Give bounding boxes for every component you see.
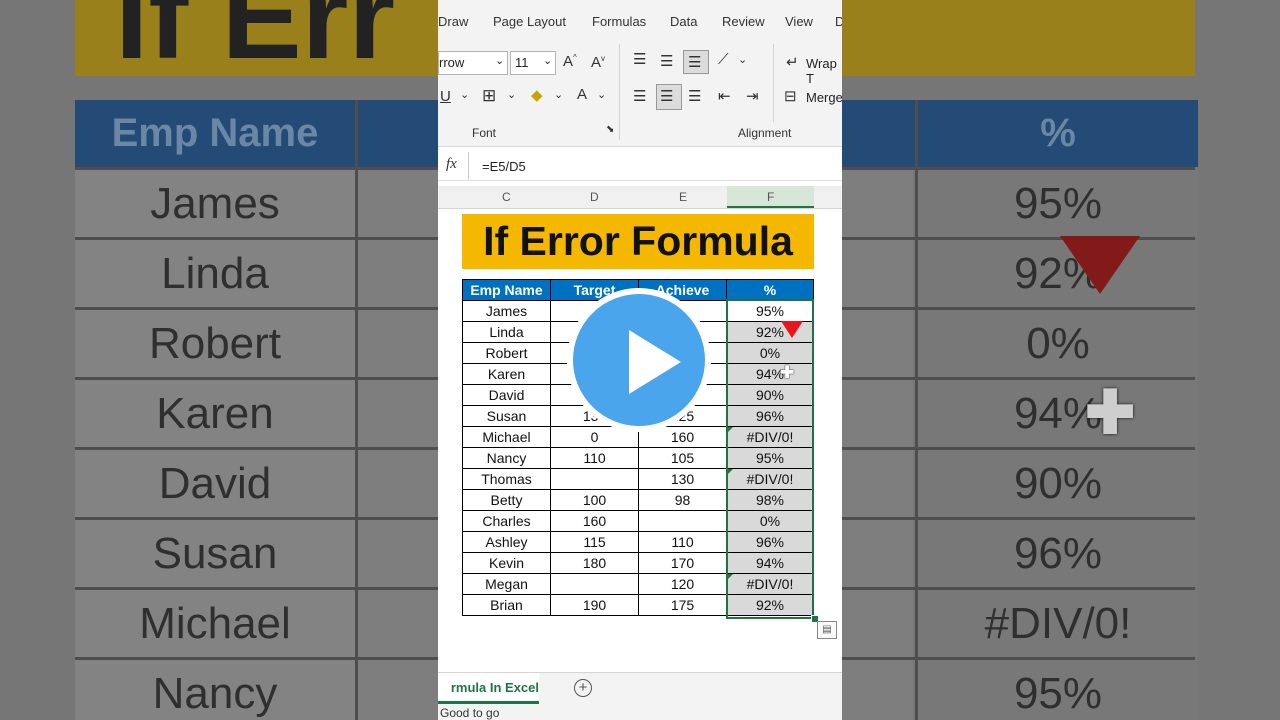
decrease-font-icon[interactable]: Av — [591, 54, 605, 71]
wrap-text-icon[interactable]: ↵ — [786, 53, 799, 71]
chevron-down-icon[interactable]: ⌄ — [738, 53, 747, 66]
chevron-down-icon[interactable]: ⌄ — [507, 88, 516, 101]
increase-font-icon[interactable]: A^ — [563, 53, 577, 70]
sheet-tab-label: rmula In Excel — [450, 680, 539, 695]
font-group-label: Font — [472, 126, 497, 140]
cell-emp-name[interactable]: Robert — [462, 342, 551, 364]
column-header-d[interactable]: D — [590, 190, 599, 204]
cell-emp-name[interactable]: Karen — [462, 363, 551, 385]
font-name-select[interactable]: rrow ⌄ — [438, 51, 508, 75]
function-icon[interactable]: fx — [446, 156, 457, 173]
cell-emp-name[interactable]: David — [462, 384, 551, 406]
cell-emp-name[interactable]: Betty — [462, 489, 551, 511]
cell-emp-name[interactable]: Kevin — [462, 552, 551, 574]
cell-target[interactable] — [550, 468, 639, 490]
fill-color-icon[interactable]: ◆ — [531, 86, 543, 104]
merge-label[interactable]: Merge — [806, 90, 842, 105]
cell-achieve[interactable]: 110 — [638, 531, 727, 553]
cell-emp-name[interactable]: Charles — [462, 510, 551, 532]
quick-analysis-icon[interactable]: ▤ — [817, 621, 837, 639]
play-button[interactable] — [567, 288, 711, 432]
alignment-group-label: Alignment — [738, 126, 792, 140]
decrease-indent-icon[interactable]: ⇤ — [718, 87, 731, 105]
cell-emp-name[interactable]: Susan — [462, 405, 551, 427]
cell-target[interactable]: 190 — [550, 594, 639, 616]
chevron-down-icon: ⌄ — [495, 55, 505, 67]
cell-target[interactable]: 110 — [550, 447, 639, 469]
cell-achieve[interactable]: 120 — [638, 573, 727, 595]
align-top-icon[interactable]: ☰ — [633, 50, 646, 68]
menu-tab-formulas[interactable]: Formulas — [592, 14, 646, 29]
status-bar: Good to go — [438, 704, 842, 720]
menu-tab-view[interactable]: View — [785, 14, 813, 29]
cell-target[interactable]: 160 — [550, 510, 639, 532]
align-center-icon[interactable]: ☰ — [660, 87, 673, 105]
menu-tab-page-layout[interactable]: Page Layout — [493, 14, 566, 29]
warning-triangle-icon — [781, 321, 803, 338]
column-headers: C D E F — [438, 186, 842, 209]
menu-tab-cut[interactable]: D — [835, 14, 842, 29]
sheet-title: If Error Formula — [483, 218, 793, 264]
sheet-title-banner: If Error Formula — [462, 214, 814, 269]
font-color-icon[interactable]: A — [577, 86, 587, 103]
align-right-icon[interactable]: ☰ — [688, 87, 701, 105]
font-size-select[interactable]: 11 ⌄ — [510, 51, 556, 75]
chevron-down-icon[interactable]: ⌄ — [460, 88, 469, 101]
cell-achieve[interactable]: 170 — [638, 552, 727, 574]
cell-emp-name[interactable]: Megan — [462, 573, 551, 595]
header-percent[interactable]: % — [726, 279, 814, 301]
align-bottom-icon[interactable]: ☰ — [688, 53, 701, 71]
merge-icon[interactable]: ⊟ — [784, 87, 797, 105]
sheet-tab-bar: rmula In Excel + — [438, 672, 842, 705]
cell-achieve[interactable]: 98 — [638, 489, 727, 511]
cell-target[interactable]: 115 — [550, 531, 639, 553]
ribbon-divider — [773, 44, 774, 122]
add-sheet-icon[interactable]: + — [574, 679, 592, 697]
borders-icon[interactable]: ⊞ — [482, 86, 496, 106]
status-text: Good to go — [440, 706, 500, 720]
formula-bar: fx =E5/D5 — [438, 152, 842, 181]
cell-emp-name[interactable]: Michael — [462, 426, 551, 448]
chevron-down-icon: ⌄ — [543, 55, 553, 67]
chevron-down-icon[interactable]: ⌄ — [554, 88, 563, 101]
menu-bar: Draw Page Layout Formulas Data Review Vi… — [438, 0, 842, 42]
cell-emp-name[interactable]: Linda — [462, 321, 551, 343]
ribbon-divider — [619, 44, 620, 140]
font-size-value: 11 — [515, 55, 529, 70]
dialog-launcher-icon[interactable]: ⬊ — [606, 124, 614, 135]
chevron-down-icon[interactable]: ⌄ — [597, 88, 606, 101]
column-header-f[interactable]: F — [767, 190, 774, 204]
menu-tab-draw[interactable]: Draw — [438, 14, 468, 29]
play-icon — [629, 330, 681, 394]
sheet-tab-active[interactable]: rmula In Excel — [438, 673, 539, 704]
cell-achieve[interactable]: 130 — [638, 468, 727, 490]
orientation-icon[interactable]: ⟋ — [718, 51, 729, 68]
cell-target[interactable]: 180 — [550, 552, 639, 574]
cursor-icon: ✚ — [780, 363, 795, 382]
cell-achieve[interactable] — [638, 510, 727, 532]
cell-emp-name[interactable]: Nancy — [462, 447, 551, 469]
cell-target[interactable] — [550, 573, 639, 595]
cell-achieve[interactable]: 105 — [638, 447, 727, 469]
cell-emp-name[interactable]: James — [462, 300, 551, 322]
align-left-icon[interactable]: ☰ — [633, 87, 646, 105]
ribbon: rrow ⌄ 11 ⌄ A^ Av U ⌄ ⊞ ⌄ ◆ ⌄ A ⌄ Font ⬊… — [438, 42, 842, 147]
cell-emp-name[interactable]: Ashley — [462, 531, 551, 553]
column-header-e[interactable]: E — [679, 190, 687, 204]
selection-range — [726, 299, 814, 619]
menu-tab-review[interactable]: Review — [722, 14, 765, 29]
align-middle-icon[interactable]: ☰ — [660, 52, 673, 70]
cell-achieve[interactable]: 175 — [638, 594, 727, 616]
font-name-value: rrow — [439, 55, 465, 70]
menu-tab-data[interactable]: Data — [670, 14, 697, 29]
increase-indent-icon[interactable]: ⇥ — [746, 87, 759, 105]
column-header-c[interactable]: C — [502, 190, 511, 204]
wrap-text-label[interactable]: Wrap T — [806, 56, 842, 86]
header-emp-name[interactable]: Emp Name — [462, 279, 551, 301]
cell-emp-name[interactable]: Thomas — [462, 468, 551, 490]
cell-emp-name[interactable]: Brian — [462, 594, 551, 616]
underline-icon[interactable]: U — [440, 88, 451, 105]
formula-input[interactable]: =E5/D5 — [482, 159, 526, 174]
cell-target[interactable]: 100 — [550, 489, 639, 511]
